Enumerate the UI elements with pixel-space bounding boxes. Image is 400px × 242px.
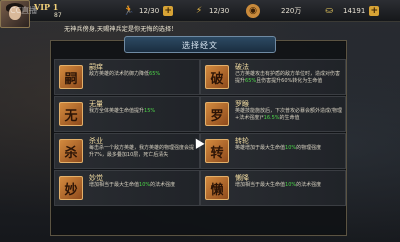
- gold-resource: ⛀ 14191 +: [322, 3, 380, 19]
- vip-badge[interactable]: VIP 1: [34, 2, 58, 12]
- copper-coin-icon: ◉: [246, 4, 260, 18]
- scripture-description: 英雄技能施放后，下次普攻必暴会额外造成(物理+法术强度)*16.5%的生命值: [235, 108, 342, 121]
- scripture-card[interactable]: 破 破法 己方英雄攻击有护盾的敌方单位时，造成对伤害提升65%且伤害提升60%转…: [200, 59, 346, 95]
- add-gold-button[interactable]: +: [369, 6, 380, 16]
- scripture-icon: 破: [205, 65, 229, 89]
- scripture-card[interactable]: 妙 妙觉 增加相当于最大生命值10%的法术强度: [54, 170, 200, 206]
- scripture-icon: 转: [205, 139, 229, 163]
- scripture-description: 己方英雄攻击有护盾的敌方单位时，造成对伤害提升65%且伤害提升60%转化为生命值: [235, 71, 341, 84]
- top-bar: CC直播 VIP 1 87 🏃 12/30 + ⚡ 12/30 ◉ 220万 ⛀…: [0, 0, 400, 28]
- scripture-card[interactable]: 罗 罗睺 英雄技能施放后，下次普攻必暴会额外造成(物理+法术强度)*16.5%的…: [200, 96, 346, 132]
- stamina-value: 12/30: [139, 7, 160, 15]
- copper-resource: ◉ 220万: [246, 3, 301, 19]
- stamina-resource: 🏃 12/30 +: [122, 3, 174, 19]
- scripture-icon: 嗣: [59, 65, 83, 89]
- scrolling-notice: 无神兵傍身,天赐神兵定是你无悔的选择！: [64, 26, 178, 33]
- energy-lightning-icon: ⚡: [195, 6, 203, 16]
- scripture-card[interactable]: 杀 杀业 每击杀一个敌方英雄，我方英雄的物理强度会提升7%，最多叠加10层，死亡…: [54, 133, 200, 169]
- energy-value: 12/30: [209, 7, 230, 15]
- scripture-icon: 罗: [205, 102, 229, 126]
- scripture-description: 增加相当于最大生命值10%的法术强度: [235, 182, 322, 188]
- scripture-icon: 杀: [59, 139, 83, 163]
- scripture-description: 增加相当于最大生命值10%的法术强度: [89, 182, 176, 188]
- scripture-card[interactable]: 无 无量 我方全体英雄生命值提升15%: [54, 96, 200, 132]
- scripture-card[interactable]: 懒 懒降 增加相当于最大生命值10%的法术强度: [200, 170, 346, 206]
- scripture-description: 敌方英雄的法术防御力降低65%: [89, 71, 161, 77]
- energy-resource: ⚡ 12/30: [192, 3, 229, 19]
- scripture-icon: 无: [59, 102, 83, 126]
- copper-value: 220万: [281, 7, 302, 15]
- gold-value: 14191: [343, 7, 366, 15]
- player-level: 87: [54, 12, 62, 19]
- stamina-runner-icon: 🏃: [123, 6, 135, 16]
- scripture-icon: 妙: [59, 176, 83, 200]
- scripture-description: 英雄增加于最大生命值10%的物理强度: [235, 145, 322, 151]
- dialog-title-bar: 选择经文: [124, 36, 276, 53]
- dialog-title: 选择经文: [182, 41, 218, 50]
- scripture-card[interactable]: 嗣 嗣痒 敌方英雄的法术防御力降低65%: [54, 59, 200, 95]
- gold-ingot-icon: ⛀: [325, 6, 333, 16]
- scripture-description: 每击杀一个敌方英雄，我方英雄的物理强度会提升7%，最多叠加10层，死亡后清失: [89, 145, 195, 158]
- scripture-icon: 懒: [205, 176, 229, 200]
- scripture-card[interactable]: 转 转轮 英雄增加于最大生命值10%的物理强度: [200, 133, 346, 169]
- scripture-description: 我方全体英雄生命值提升15%: [89, 108, 156, 114]
- add-stamina-button[interactable]: +: [163, 6, 174, 16]
